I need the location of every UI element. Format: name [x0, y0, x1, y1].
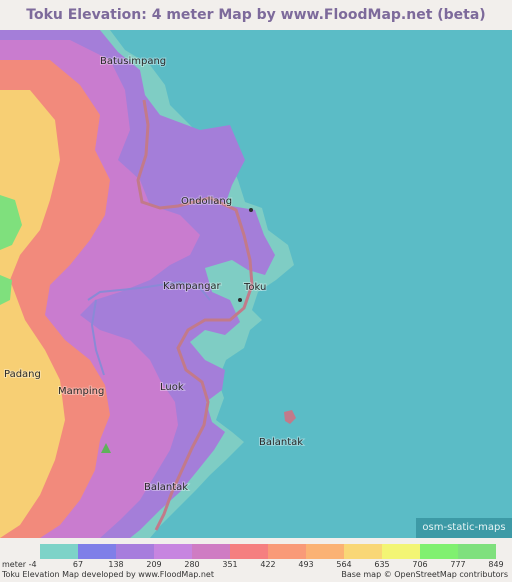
label-ondoliang: Ondoliang	[181, 196, 232, 207]
legend-label: 706	[412, 560, 428, 569]
page-title: Toku Elevation: 4 meter Map by www.Flood…	[26, 7, 486, 23]
legend-swatch	[382, 544, 420, 559]
osm-static-maps-badge: osm-static-maps	[416, 518, 512, 538]
legend-label: 422	[260, 560, 276, 569]
footer: Toku Elevation Map developed by www.Floo…	[0, 570, 512, 582]
label-luok: Luok	[160, 382, 184, 393]
legend-color-bar	[40, 544, 496, 559]
toku-dot	[238, 298, 242, 302]
label-batusimpang: Batusimpang	[100, 56, 166, 67]
legend-swatch	[268, 544, 306, 559]
legend-swatch	[40, 544, 78, 559]
legend-swatch	[78, 544, 116, 559]
elevation-legend: meter -4 67 138 209 280 351 422 493 564 635 706 777…	[0, 538, 512, 570]
elevation-map[interactable]: Batusimpang Ondoliang Kampangar Toku Pad…	[0, 30, 512, 538]
label-toku: Toku	[243, 282, 266, 293]
legend-swatch	[420, 544, 458, 559]
footer-credit: Toku Elevation Map developed by www.Floo…	[2, 570, 214, 579]
legend-label: meter -4	[2, 560, 37, 569]
label-padang: Padang	[4, 369, 41, 380]
legend-label: 777	[450, 560, 466, 569]
legend-label: 209	[146, 560, 162, 569]
label-balantak-island: Balantak	[259, 437, 303, 448]
legend-swatch	[154, 544, 192, 559]
legend-label: 635	[374, 560, 390, 569]
legend-swatch	[230, 544, 268, 559]
ondoliang-dot	[249, 208, 253, 212]
legend-label: 849	[488, 560, 504, 569]
label-balantak: Balantak	[144, 482, 188, 493]
legend-label: 280	[184, 560, 200, 569]
legend-swatch	[116, 544, 154, 559]
legend-label: 138	[108, 560, 124, 569]
legend-swatch	[344, 544, 382, 559]
legend-label: 564	[336, 560, 352, 569]
legend-label: 493	[298, 560, 314, 569]
legend-label: 351	[222, 560, 238, 569]
legend-swatch	[192, 544, 230, 559]
label-kampangar: Kampangar	[163, 281, 222, 292]
legend-labels: meter -4 67 138 209 280 351 422 493 564 635 706 777…	[0, 560, 512, 570]
legend-swatch	[306, 544, 344, 559]
label-mamping: Mamping	[58, 386, 104, 397]
map-canvas: Batusimpang Ondoliang Kampangar Toku Pad…	[0, 30, 512, 538]
footer-attribution: Base map © OpenStreetMap contributors	[341, 570, 508, 579]
legend-swatch	[458, 544, 496, 559]
legend-label: 67	[72, 560, 84, 569]
